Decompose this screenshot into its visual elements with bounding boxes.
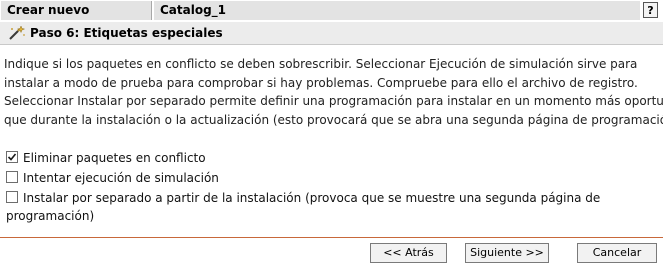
back-button[interactable]: << Atrás	[370, 243, 447, 263]
catalog-name: Catalog_1	[154, 1, 640, 20]
footer-divider	[0, 237, 663, 238]
option-label: Intentar ejecución de simulación	[23, 171, 219, 185]
wizard-title: Crear nuevo catálogo	[1, 1, 152, 36]
magic-wand-icon	[8, 25, 26, 41]
step-header: Paso 6: Etiquetas especiales	[0, 22, 663, 45]
description-line: Seleccionar Instalar por separado permit…	[4, 94, 663, 109]
help-button[interactable]: ?	[643, 2, 658, 18]
step-description: Indique si los paquetes en conflicto se …	[4, 55, 663, 129]
cancel-button[interactable]: Cancelar	[577, 243, 657, 263]
next-button[interactable]: Siguiente >>	[465, 243, 549, 263]
description-line: instalar a modo de prueba para comprobar…	[4, 75, 638, 90]
description-line: Indique si los paquetes en conflicto se …	[4, 57, 638, 71]
option-label: programación)	[6, 209, 95, 223]
option-label: Instalar por separado a partir de la ins…	[23, 191, 601, 205]
step-title: Paso 6: Etiquetas especiales	[30, 26, 223, 40]
dry-run-checkbox[interactable]	[6, 171, 18, 183]
description-line: que durante la instalación o la actualiz…	[4, 112, 663, 127]
title-bar: Crear nuevo catálogo Catalog_1 ?	[0, 0, 663, 36]
install-separately-checkbox[interactable]	[6, 191, 18, 203]
remove-conflicting-checkbox[interactable]	[6, 151, 18, 163]
option-label: Eliminar paquetes en conflicto	[23, 151, 206, 165]
